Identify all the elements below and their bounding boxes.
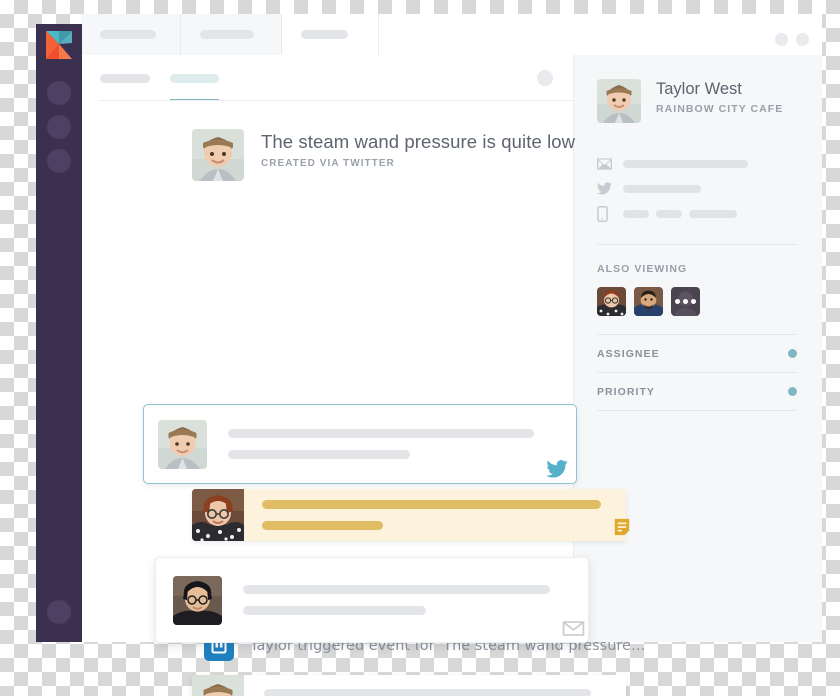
app-rail: [36, 24, 82, 642]
subnav-tab-1[interactable]: [100, 55, 150, 101]
tabbar-empty-space: [379, 14, 822, 55]
viewer-avatar-2[interactable]: [634, 287, 663, 316]
contact-fields: [597, 151, 797, 226]
contact-header: Taylor West RAINBOW CITY CAFE: [597, 79, 797, 123]
reply-author-avatar: [192, 675, 244, 696]
ticket-header: The steam wand pressure is quite low CRE…: [81, 101, 575, 188]
subnav: [81, 55, 573, 101]
sidebar-divider: [597, 410, 797, 411]
browser-tabbar: [81, 14, 822, 55]
email-reply-card[interactable]: [192, 675, 626, 696]
tweet-body-line-2: [228, 450, 410, 459]
subnav-tabs: [100, 55, 219, 101]
envelope-icon: [562, 620, 599, 642]
twitter-icon: [597, 182, 623, 195]
browser-tab-3[interactable]: [282, 14, 379, 55]
ticket-requester-avatar: [192, 129, 244, 181]
priority-status-dot: [788, 387, 797, 396]
note-body-line-1: [262, 500, 601, 509]
viewer-avatar-1[interactable]: [597, 287, 626, 316]
also-viewing-label: ALSO VIEWING: [597, 263, 688, 275]
twitter-bird-icon: [546, 460, 582, 483]
contact-avatar: [597, 79, 641, 123]
conversation-column: The steam wand pressure is quite low CRE…: [81, 55, 645, 696]
note-author-avatar: [192, 489, 244, 541]
subnav-user-avatar[interactable]: [537, 70, 553, 86]
priority-row[interactable]: PRIORITY: [597, 373, 797, 410]
rail-nav-3[interactable]: [47, 149, 71, 173]
contact-organization: RAINBOW CITY CAFE: [656, 103, 784, 115]
browser-window: The steam wand pressure is quite low CRE…: [81, 14, 822, 696]
value-bar: [656, 209, 682, 218]
email-icon: [597, 157, 623, 170]
contact-name: Taylor West: [656, 80, 742, 98]
ticket-header-text: The steam wand pressure is quite low CRE…: [261, 128, 575, 169]
ticket-title: The steam wand pressure is quite low: [261, 131, 576, 152]
tweet-message-card[interactable]: [143, 404, 577, 484]
browser-tab-2[interactable]: [181, 14, 282, 55]
close-dot-icon[interactable]: [796, 33, 809, 46]
email-body-placeholder: [222, 585, 562, 615]
rail-nav-account[interactable]: [47, 600, 71, 624]
browser-tab-1-label: [100, 30, 156, 39]
subnav-tab-1-label: [100, 73, 150, 83]
more-viewers-icon: [671, 287, 700, 316]
value-bar: [623, 209, 649, 218]
contact-phone-value: [623, 209, 737, 218]
minimize-dot-icon[interactable]: [775, 33, 788, 46]
contact-email-value: [623, 159, 748, 168]
tweet-body-line-1: [228, 429, 534, 438]
email-message-card[interactable]: [155, 557, 589, 643]
tweet-body-placeholder: [207, 429, 546, 459]
phone-icon: [597, 205, 623, 222]
contact-phone-field[interactable]: [597, 201, 797, 226]
assignee-row[interactable]: ASSIGNEE: [597, 335, 797, 372]
browser-tab-1[interactable]: [81, 14, 181, 55]
tweet-author-avatar: [158, 419, 207, 469]
contact-sidebar: Taylor West RAINBOW CITY CAFE ALSO VIEWI…: [573, 55, 822, 642]
email-author-avatar: [173, 575, 222, 625]
assignee-label: ASSIGNEE: [597, 347, 660, 360]
reply-body-line-1: [264, 689, 591, 696]
ticket-source-label: CREATED VIA TWITTER: [261, 158, 395, 169]
browser-tab-3-label: [301, 30, 348, 39]
note-body-placeholder: [244, 500, 613, 530]
app-body: The steam wand pressure is quite low CRE…: [81, 55, 822, 696]
note-icon: [613, 518, 645, 541]
also-viewing-list: [597, 287, 797, 316]
rail-nav-2[interactable]: [47, 115, 71, 139]
value-bar: [689, 209, 737, 218]
internal-note-card[interactable]: [192, 489, 630, 541]
contact-twitter-field[interactable]: [597, 176, 797, 201]
kayako-logo-icon[interactable]: [43, 29, 75, 61]
viewer-avatar-more[interactable]: [671, 287, 700, 316]
contact-twitter-value: [623, 184, 701, 193]
value-bar: [623, 184, 701, 193]
sidebar-divider: [597, 244, 797, 245]
assignee-status-dot: [788, 349, 797, 358]
note-body-line-2: [262, 521, 383, 530]
email-body-line-1: [243, 585, 550, 594]
subnav-tab-2-label: [170, 73, 219, 83]
subnav-tab-2[interactable]: [170, 55, 219, 101]
window-controls: [775, 33, 809, 46]
email-body-line-2: [243, 606, 426, 615]
rail-nav: [47, 81, 71, 173]
priority-label: PRIORITY: [597, 385, 655, 398]
contact-identity: Taylor West RAINBOW CITY CAFE: [656, 79, 783, 115]
reply-body-placeholder: [244, 689, 603, 696]
value-bar: [623, 159, 748, 168]
rail-nav-1[interactable]: [47, 81, 71, 105]
browser-tab-2-label: [200, 30, 254, 39]
contact-email-field[interactable]: [597, 151, 797, 176]
